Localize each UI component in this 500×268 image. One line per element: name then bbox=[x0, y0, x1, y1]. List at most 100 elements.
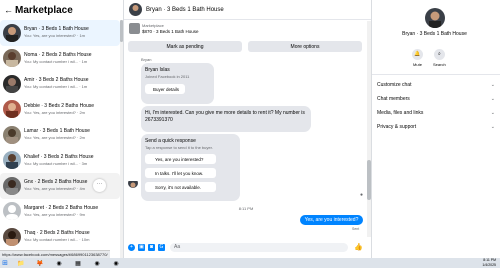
conversation-preview: You: Yes, are you interested? · 2m bbox=[24, 109, 86, 115]
avatar bbox=[425, 8, 445, 28]
chat-header: Bryan · 3 Beds 1 Bath House bbox=[124, 0, 371, 20]
chat-scrollbar[interactable] bbox=[367, 21, 371, 237]
quick-response-subtitle: Tap a response to send it to the buyer. bbox=[145, 145, 213, 150]
conversation-name: Amir · 3 Beds 2 Baths House bbox=[24, 77, 89, 84]
conversation-name: Thaq · 2 Beds 2 Baths House bbox=[24, 230, 90, 237]
sent-status: Sent bbox=[352, 227, 360, 231]
info-row-customize-chat[interactable]: Customize chat ⌄ bbox=[377, 78, 495, 92]
listing-label: Marketplace bbox=[142, 23, 164, 28]
avatar bbox=[3, 227, 21, 246]
firefox-icon[interactable]: 🦊 bbox=[32, 258, 48, 268]
message-composer: + ▣ ◙ G Aa 👍 bbox=[124, 241, 368, 253]
sidebar-scrollbar[interactable] bbox=[120, 20, 123, 258]
search-label: Search bbox=[433, 62, 446, 67]
buyer-details-button[interactable]: Buyer details bbox=[145, 84, 185, 94]
avatar bbox=[3, 125, 21, 144]
chat-title[interactable]: Bryan · 3 Beds 1 Bath House bbox=[146, 7, 224, 13]
conversation-item[interactable]: Thaq · 2 Beds 2 Baths House You: My conta… bbox=[0, 224, 120, 250]
chevron-down-icon: ⌄ bbox=[490, 82, 495, 88]
message-thread: Bryan Bryan Islas Joined Facebook in 201… bbox=[124, 55, 368, 240]
incoming-message: Hi, I'm interested. Can you give me more… bbox=[141, 106, 311, 132]
conversation-item[interactable]: Debbie · 3 Beds 2 Baths House You: Yes, a… bbox=[0, 97, 120, 123]
buyer-joined: Joined Facebook in 2011 bbox=[145, 74, 190, 79]
conversation-sidebar: ← Marketplace Bryan · 3 Beds 1 Bath Hous… bbox=[0, 0, 124, 258]
plus-icon[interactable]: + bbox=[128, 243, 135, 251]
conversation-preview: You: My contact number i wil... · 1m bbox=[24, 58, 88, 64]
sidebar-title: Marketplace bbox=[15, 4, 73, 16]
conversation-preview: You: Yes, are you interested? · 2m bbox=[24, 135, 86, 141]
avatar bbox=[3, 151, 21, 170]
info-row-media[interactable]: Media, files and links ⌄ bbox=[377, 106, 495, 120]
chevron-down-icon: ⌄ bbox=[490, 124, 495, 130]
sticker-icon[interactable]: ◙ bbox=[148, 243, 155, 251]
avatar bbox=[3, 74, 21, 93]
back-arrow-icon[interactable]: ← bbox=[4, 5, 13, 15]
like-icon[interactable]: 👍 bbox=[354, 243, 363, 251]
sender-label: Bryan bbox=[141, 57, 152, 62]
chevron-down-icon: ⌄ bbox=[490, 110, 495, 116]
message-input[interactable]: Aa bbox=[170, 242, 348, 252]
chat-panel: Bryan · 3 Beds 1 Bath House Marketplace … bbox=[124, 0, 372, 258]
image-viewer-icon[interactable]: ▦ bbox=[70, 258, 86, 268]
sidebar-scrollbar-thumb[interactable] bbox=[120, 20, 123, 42]
info-row-label: Privacy & support bbox=[377, 124, 417, 130]
listing-price[interactable]: $870 · 3 Beds 1 Bath House bbox=[142, 29, 199, 34]
conversation-item[interactable]: Amir · 3 Beds 2 Baths House You: My conta… bbox=[0, 71, 120, 97]
conversation-item[interactable]: Khalief · 3 Beds 2 Baths House You: My co… bbox=[0, 148, 120, 174]
conversation-info-panel: Bryan · 3 Beds 1 Bath House 🔔 Mute ⌕ Sea… bbox=[372, 0, 500, 258]
file-explorer-icon[interactable]: 📁 bbox=[13, 258, 29, 268]
gif-icon[interactable]: G bbox=[158, 243, 165, 251]
divider bbox=[372, 74, 500, 75]
listing-thumbnail[interactable] bbox=[129, 23, 140, 34]
clock-date: 1/4/2025 bbox=[482, 262, 496, 267]
avatar bbox=[3, 23, 21, 42]
avatar bbox=[3, 202, 21, 221]
info-row-label: Media, files and links bbox=[377, 110, 424, 116]
more-options-button[interactable]: More options bbox=[248, 41, 362, 52]
chrome-icon[interactable]: ◉ bbox=[51, 258, 67, 268]
conversation-preview: You: Yes, are you interested? · 9m bbox=[24, 211, 86, 217]
mark-pending-button[interactable]: Mark as pending bbox=[128, 41, 242, 52]
clock-time: 8:11 PM bbox=[483, 258, 496, 262]
search-action[interactable]: ⌕ Search bbox=[433, 49, 446, 67]
conversation-more-button[interactable]: ··· bbox=[93, 179, 106, 192]
info-row-label: Chat members bbox=[377, 96, 410, 102]
os-taskbar: ⊞ 📁 🦊 ◉ ▦ ◉ ◉ 8:11 PM 1/4/2025 bbox=[0, 258, 500, 268]
quick-response-title: Send a quick response bbox=[145, 138, 196, 144]
conversation-preview: You: My contact number i wil... · 1m bbox=[24, 84, 88, 90]
avatar[interactable] bbox=[129, 3, 142, 16]
chevron-down-icon: ⌄ bbox=[490, 96, 495, 102]
info-row-privacy[interactable]: Privacy & support ⌄ bbox=[377, 120, 495, 134]
avatar bbox=[3, 49, 21, 68]
bell-icon[interactable]: 🔔 bbox=[412, 49, 423, 60]
conversation-preview: You: My contact number i wil... · 3m bbox=[24, 160, 88, 166]
conversation-item[interactable]: Gnx · 2 Beds 2 Baths House You: Yes, are … bbox=[0, 173, 120, 199]
chrome-icon[interactable]: ◉ bbox=[108, 258, 124, 268]
search-icon[interactable]: ⌕ bbox=[433, 49, 445, 60]
buyer-name: Bryan Islas bbox=[145, 67, 170, 73]
quick-reply-button[interactable]: In talks. I'll let you know. bbox=[145, 168, 216, 178]
image-icon[interactable]: ▣ bbox=[138, 243, 145, 251]
conversation-item[interactable]: Margaret · 2 Beds 2 Baths House You: Yes,… bbox=[0, 199, 120, 225]
conversation-list: Bryan · 3 Beds 1 Bath House You: Yes, are… bbox=[0, 20, 120, 250]
conversation-item[interactable]: Bryan · 3 Beds 1 Bath House You: Yes, are… bbox=[0, 20, 120, 46]
taskbar-clock[interactable]: 8:11 PM 1/4/2025 bbox=[482, 258, 496, 267]
mute-action[interactable]: 🔔 Mute bbox=[412, 49, 423, 67]
windows-start-icon[interactable]: ⊞ bbox=[0, 258, 10, 268]
conversation-name: Margaret · 2 Beds 2 Baths House bbox=[24, 204, 99, 211]
quick-reply-button[interactable]: Sorry, it's not available. bbox=[145, 182, 216, 192]
info-row-label: Customize chat bbox=[377, 82, 412, 88]
conversation-item[interactable]: Lamar · 3 Beds 1 Bath House You: Yes, are… bbox=[0, 122, 120, 148]
avatar bbox=[128, 178, 138, 188]
conversation-name: Bryan · 3 Beds 1 Bath House bbox=[24, 26, 89, 33]
conversation-name: Khalief · 3 Beds 2 Baths House bbox=[24, 153, 94, 160]
info-row-chat-members[interactable]: Chat members ⌄ bbox=[377, 92, 495, 106]
conversation-preview: You: Yes, are you interested? · 1m bbox=[24, 33, 86, 39]
info-actions: 🔔 Mute ⌕ Search bbox=[412, 49, 446, 67]
conversation-item[interactable]: Noma · 2 Beds 2 Baths House You: My conta… bbox=[0, 46, 120, 72]
quick-reply-button[interactable]: Yes, are you interested? bbox=[145, 154, 216, 164]
messenger-app: ← Marketplace Bryan · 3 Beds 1 Bath Hous… bbox=[0, 0, 500, 258]
chrome-icon[interactable]: ◉ bbox=[89, 258, 105, 268]
avatar bbox=[3, 100, 21, 119]
chat-scrollbar-thumb[interactable] bbox=[367, 160, 371, 200]
